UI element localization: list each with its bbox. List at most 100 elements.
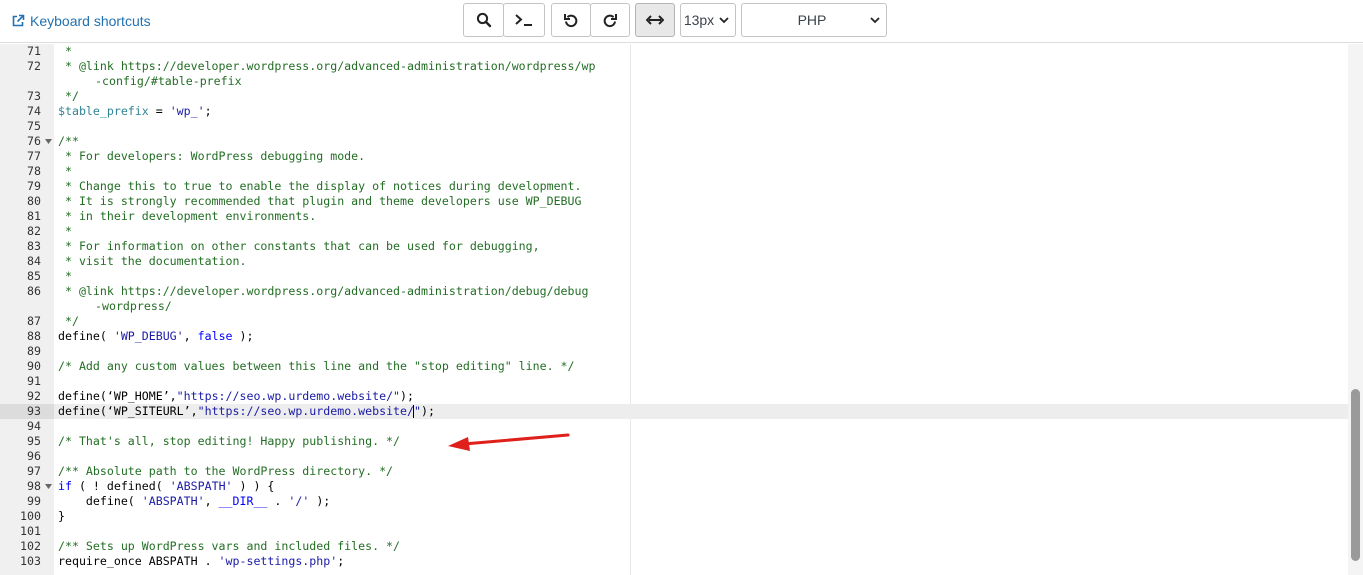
code-line[interactable]: 90 /* Add any custom values between this … [0,359,1348,374]
line-number: 96 [27,449,41,463]
code-line[interactable]: 80 * It is strongly recommended that plu… [0,194,1348,209]
code-line[interactable]: 77 * For developers: WordPress debugging… [0,149,1348,164]
token-string: 'ABSPATH' [169,479,233,493]
keyboard-shortcuts-link[interactable]: Keyboard shortcuts [11,11,151,31]
line-code: -config/#table-prefix [95,74,242,89]
code-line[interactable]: 78 * [0,164,1348,179]
chevron-down-icon [868,16,882,24]
token-plain: = [148,104,170,118]
code-line[interactable]: 95 /* That's all, stop editing! Happy pub… [0,434,1348,449]
line-code: * [58,269,72,284]
code-line[interactable]: 99 define( 'ABSPATH', __DIR__ . '/' ); [0,494,1348,509]
language-value: PHP [797,12,827,28]
code-line[interactable]: 74 $table_prefix = 'wp_'; [0,104,1348,119]
code-line[interactable]: 100} [0,509,1348,524]
token-string: '/' [288,494,310,508]
code-line-wrap-continuation[interactable]: -config/#table-prefix [0,74,1348,89]
token-comment: */ [58,314,79,328]
code-line[interactable]: 75 [0,119,1348,134]
token-var: $table_prefix [58,104,149,118]
line-number: 81 [27,209,41,223]
token-string: 'wp-settings.php' [218,554,338,568]
code-line[interactable]: 96 [0,449,1348,464]
scrollbar-thumb[interactable] [1351,389,1360,561]
code-lines[interactable]: 71 * 72 * @link https://developer.wordpre… [0,44,1348,569]
code-line[interactable]: 73 */ [0,89,1348,104]
token-comment: * [58,224,72,238]
line-code: } [58,509,65,524]
line-number: 78 [27,164,41,178]
token-comment: * @link https://developer.wordpress.org/… [58,59,596,73]
code-line[interactable]: 71 * [0,44,1348,59]
redo-button[interactable] [590,3,630,37]
token-plain: ; [204,104,212,118]
font-size-select[interactable]: 13px [680,3,736,37]
token-comment: * It is strongly recommended that plugin… [58,194,582,208]
code-line-wrap-continuation[interactable]: -wordpress/ [0,299,1348,314]
code-line[interactable]: 82 * [0,224,1348,239]
code-line[interactable]: 72 * @link https://developer.wordpress.o… [0,59,1348,74]
line-number: 92 [27,389,41,403]
language-select[interactable]: PHP [741,3,887,37]
code-line[interactable]: 91 [0,374,1348,389]
line-number: 100 [20,509,41,523]
line-code: * For developers: WordPress debugging mo… [58,149,365,164]
fold-toggle-icon[interactable] [44,134,53,149]
external-link-icon [11,14,25,28]
line-code: require_once ABSPATH . 'wp-settings.php'… [58,554,344,569]
code-line[interactable]: 76/** [0,134,1348,149]
token-string: 'ABSPATH' [141,494,205,508]
line-code: /** Sets up WordPress vars and included … [58,539,400,554]
fold-toggle-icon[interactable] [44,479,53,494]
code-editor[interactable]: 71 * 72 * @link https://developer.wordpre… [0,44,1363,575]
token-comment: -wordpress/ [95,299,172,313]
code-line[interactable]: 102 /** Sets up WordPress vars and includ… [0,539,1348,554]
code-line[interactable]: 87 */ [0,314,1348,329]
token-plain: define(‘WP_SITEURL’, [58,404,198,418]
code-line[interactable]: 92 define(‘WP_HOME’,"https://seo.wp.urdem… [0,389,1348,404]
vertical-scrollbar[interactable] [1348,44,1363,575]
token-plain: define( [58,494,142,508]
code-line[interactable]: 101 [0,524,1348,539]
code-line[interactable]: 85 * [0,269,1348,284]
code-line[interactable]: 81 * in their development environments. [0,209,1348,224]
undo-button[interactable] [551,3,591,37]
code-line[interactable]: 94 [0,419,1348,434]
line-number: 99 [27,494,41,508]
line-code: /* That's all, stop editing! Happy publi… [58,434,400,449]
code-line[interactable]: 86 * @link https://developer.wordpress.o… [0,284,1348,299]
terminal-icon [514,13,534,27]
line-code: */ [58,314,79,329]
token-plain: ); [309,494,331,508]
search-button[interactable] [463,3,504,37]
wrap-toggle-button[interactable] [635,3,675,37]
font-size-value: 13px [683,12,715,28]
line-code: $table_prefix = 'wp_'; [58,104,212,119]
code-line[interactable]: 103 require_once ABSPATH . 'wp-settings.p… [0,554,1348,569]
line-code: * in their development environments. [58,209,316,224]
line-code: define( 'WP_DEBUG', false ); [58,329,253,344]
line-code: * [58,164,72,179]
line-code: /* Add any custom values between this li… [58,359,575,374]
line-code: * visit the documentation. [58,254,247,269]
line-code: define(‘WP_SITEURL’,"https://seo.wp.urde… [58,404,435,419]
token-comment: * [58,44,72,58]
code-line[interactable]: 83 * For information on other constants … [0,239,1348,254]
token-plain: define( [58,329,114,343]
code-line[interactable]: 97 /** Absolute path to the WordPress dir… [0,464,1348,479]
keyboard-shortcuts-label: Keyboard shortcuts [30,13,151,29]
code-line[interactable]: 88 define( 'WP_DEBUG', false ); [0,329,1348,344]
code-line[interactable]: 93 define(‘WP_SITEURL’,"https://seo.wp.ur… [0,404,1348,419]
code-line[interactable]: 79 * Change this to true to enable the d… [0,179,1348,194]
editor-toolbar: Keyboard shortcuts 13px PHP [0,0,1363,43]
code-line[interactable]: 84 * visit the documentation. [0,254,1348,269]
line-number: 82 [27,224,41,238]
line-number: 95 [27,434,41,448]
code-line[interactable]: 98 if ( ! defined( 'ABSPATH' ) ) { [0,479,1348,494]
line-number: 90 [27,359,41,373]
line-number: 71 [27,44,41,58]
token-plain: ( ! defined( [71,479,170,493]
command-palette-button[interactable] [503,3,545,37]
line-code: * For information on other constants tha… [58,239,540,254]
code-line[interactable]: 89 [0,344,1348,359]
